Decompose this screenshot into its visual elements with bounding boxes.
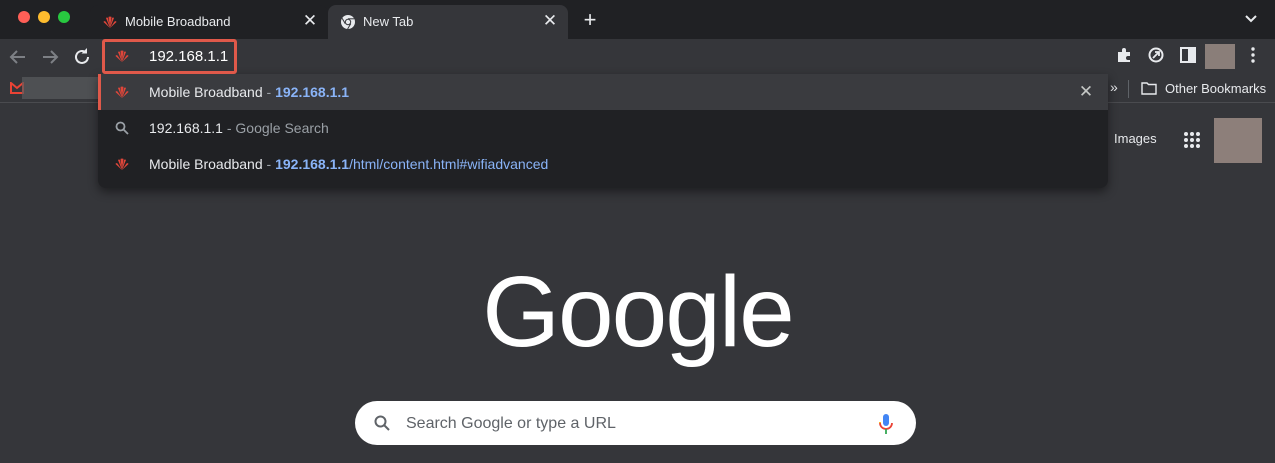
tab-strip: Mobile Broadband ✕ New Tab ✕ + — [0, 0, 1275, 39]
huawei-icon — [103, 16, 117, 28]
tab-mobile-broadband[interactable]: Mobile Broadband ✕ — [90, 5, 328, 39]
new-tab-button[interactable]: + — [578, 8, 602, 32]
suggestion-text: Mobile Broadband - 192.168.1.1 — [149, 84, 349, 100]
suggestion-item[interactable]: Mobile Broadband - 192.168.1.1/html/cont… — [98, 146, 1108, 182]
suggestion-title: Mobile Broadband — [149, 84, 263, 100]
suggestion-title: Mobile Broadband — [149, 156, 263, 172]
extension-icon[interactable] — [1146, 45, 1166, 65]
huawei-icon — [115, 50, 129, 62]
suggestion-description: Google Search — [235, 120, 329, 136]
remove-suggestion-icon[interactable]: ✕ — [1076, 82, 1096, 102]
suggestion-separator: - — [262, 156, 276, 172]
bookmarks-overflow-button[interactable]: » — [1110, 79, 1118, 95]
omnibox-input[interactable]: 192.168.1.1 — [149, 48, 228, 65]
tab-title: Mobile Broadband — [125, 14, 231, 29]
suggestion-text: 192.168.1.1 - Google Search — [149, 120, 329, 136]
suggestion-title: 192.168.1.1 — [149, 120, 223, 136]
suggestion-separator: - — [262, 84, 276, 100]
apps-grid-icon[interactable] — [1182, 130, 1202, 150]
divider — [1128, 80, 1129, 98]
google-logo: Google — [482, 256, 794, 368]
suggestion-url-path: /html/content.html#wifiadvanced — [349, 156, 549, 172]
suggestion-item[interactable]: Mobile Broadband - 192.168.1.1 ✕ — [98, 74, 1108, 110]
suggestion-text: Mobile Broadband - 192.168.1.1/html/cont… — [149, 156, 548, 172]
search-input[interactable]: Search Google or type a URL — [406, 415, 616, 433]
back-arrow-icon[interactable] — [6, 45, 30, 69]
huawei-icon — [115, 158, 129, 170]
extensions-puzzle-icon[interactable] — [1114, 45, 1134, 65]
account-avatar[interactable] — [1214, 118, 1262, 163]
tab-title: New Tab — [363, 14, 414, 29]
folder-icon — [1141, 82, 1157, 95]
search-box[interactable]: Search Google or type a URL — [355, 401, 916, 445]
minimize-window-button[interactable] — [38, 11, 50, 23]
suggestion-url: 192.168.1.1 — [275, 156, 350, 172]
suggestion-item[interactable]: 192.168.1.1 - Google Search — [98, 110, 1108, 146]
browser-window: Mobile Broadband ✕ New Tab ✕ + 192.168.1… — [0, 0, 1275, 463]
blurred-bookmarks[interactable] — [22, 77, 98, 99]
maximize-window-button[interactable] — [58, 11, 70, 23]
search-icon — [115, 121, 129, 135]
images-link[interactable]: Images — [1114, 131, 1157, 146]
reload-icon[interactable] — [70, 45, 94, 69]
forward-arrow-icon[interactable] — [38, 45, 62, 69]
huawei-icon — [115, 86, 129, 98]
omnibox-suggestions: Mobile Broadband - 192.168.1.1 ✕ 192.168… — [98, 74, 1108, 188]
tab-new-tab[interactable]: New Tab ✕ — [328, 5, 568, 39]
chevron-down-icon[interactable] — [1243, 10, 1259, 26]
close-window-button[interactable] — [18, 11, 30, 23]
side-panel-icon[interactable] — [1178, 45, 1198, 65]
more-options-icon[interactable] — [1243, 45, 1263, 65]
microphone-icon[interactable] — [876, 413, 896, 435]
other-bookmarks-link[interactable]: Other Bookmarks — [1165, 81, 1266, 96]
search-icon — [374, 415, 390, 431]
suggestion-url: 192.168.1.1 — [275, 84, 350, 100]
tab-close-icon[interactable]: ✕ — [300, 11, 320, 31]
chrome-icon — [341, 15, 355, 30]
profile-avatar[interactable] — [1205, 44, 1235, 69]
suggestion-separator: - — [222, 120, 236, 136]
tab-close-icon[interactable]: ✕ — [540, 11, 560, 31]
